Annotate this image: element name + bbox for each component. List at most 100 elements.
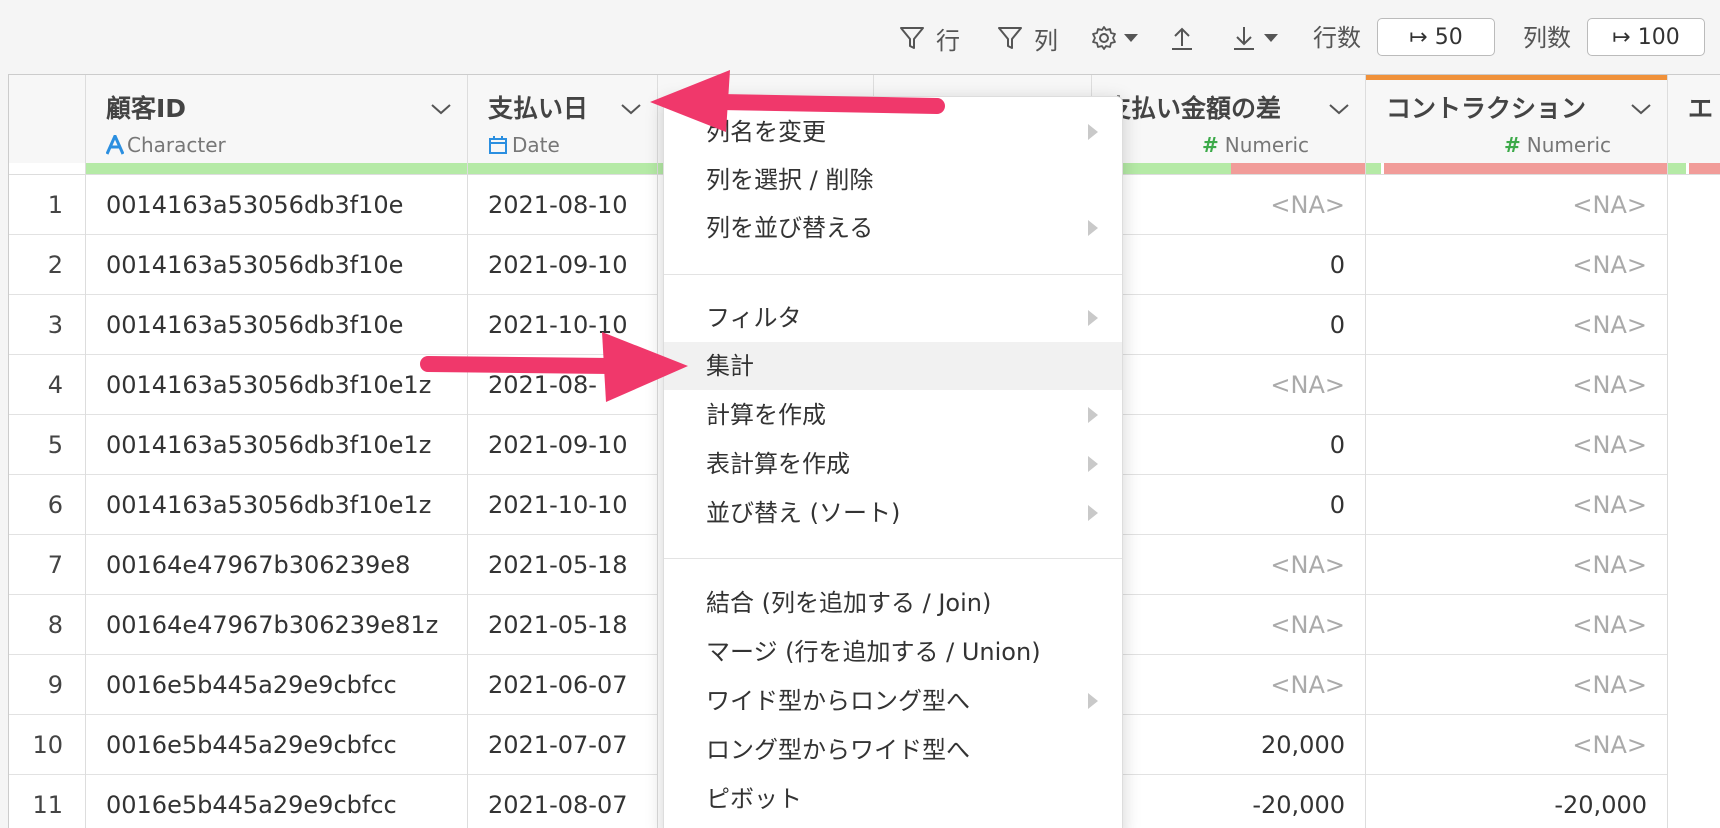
menu-item-filter[interactable]: フィルタ <box>664 294 1122 342</box>
table-cell: 0 <box>1092 235 1365 295</box>
table-cell: <NA> <box>1366 415 1667 475</box>
menu-item-aggregate[interactable]: 集計 <box>664 342 1122 390</box>
column-header[interactable]: 顧客ID Character <box>86 75 467 175</box>
submenu-arrow-icon <box>1088 310 1098 326</box>
table-cell: <NA> <box>1366 295 1667 355</box>
row-filter-button[interactable]: 行 <box>898 20 960 56</box>
table-cell: <NA> <box>1092 355 1365 415</box>
table-cell: <NA> <box>1366 715 1667 775</box>
table-cell: <NA> <box>1092 595 1365 655</box>
menu-item-select-delete[interactable]: 列を選択 / 削除 <box>664 156 1122 204</box>
submenu-arrow-icon <box>1088 220 1098 236</box>
download-icon <box>1234 27 1254 50</box>
column-header[interactable]: エ <box>1668 75 1720 175</box>
menu-item-union[interactable]: マージ (行を追加する / Union) <box>664 628 1122 676</box>
menu-item-rename[interactable]: 列名を変更 <box>664 108 1122 156</box>
table-cell: 2021-10-10 <box>468 475 657 535</box>
menu-item-pivot[interactable]: ピボット <box>664 775 1122 823</box>
column-name: 支払い金額の差 <box>1106 94 1282 123</box>
table-cell: 2021-09-10 <box>468 235 657 295</box>
table-cell: 2021-10-10 <box>468 295 657 355</box>
table-cell: 2021-05-18 <box>468 595 657 655</box>
col-filter-button[interactable]: 列 <box>996 20 1058 56</box>
table-cell: <NA> <box>1366 655 1667 715</box>
row-number-column: 1 2 3 4 5 6 7 8 9 10 11 <box>9 75 86 828</box>
data-quality-bar <box>86 163 467 174</box>
table-cell: 2021-09-10 <box>468 415 657 475</box>
table-cell: 2021-08-10 <box>468 175 657 235</box>
column-type: # Numeric <box>1504 133 1611 157</box>
table-cell: 0014163a53056db3f10e <box>86 175 467 235</box>
submenu-arrow-icon <box>1088 124 1098 140</box>
download-dropdown[interactable] <box>1230 20 1280 56</box>
submenu-arrow-icon <box>1088 693 1098 709</box>
row-number: 5 <box>9 415 85 475</box>
data-quality-bar <box>1668 163 1720 174</box>
column-type: Date <box>488 133 560 157</box>
numeric-type-icon: # <box>1202 133 1219 157</box>
col-count-input[interactable]: ↦ 100 <box>1587 18 1705 56</box>
table-cell: <NA> <box>1092 175 1365 235</box>
numeric-type-icon: # <box>1504 133 1521 157</box>
table-cell: 2021-07-07 <box>468 715 657 775</box>
table-cell: -20,000 <box>1366 775 1667 828</box>
column-name: 顧客ID <box>106 94 187 123</box>
submenu-arrow-icon <box>1088 456 1098 472</box>
table-cell: 0014163a53056db3f10e1z <box>86 415 467 475</box>
table-cell: 0 <box>1092 295 1365 355</box>
menu-item-table-calculation[interactable]: 表計算を作成 <box>664 440 1122 488</box>
data-quality-bar <box>1366 163 1667 174</box>
chevron-down-icon[interactable] <box>619 101 643 117</box>
menu-item-wide-to-long[interactable]: ワイド型からロング型へ <box>664 677 1122 725</box>
column-name: エ <box>1688 94 1714 123</box>
column-customer-id: 顧客ID Character 0014163a53056db3f10e 0014… <box>86 75 468 828</box>
row-number: 10 <box>9 715 85 775</box>
data-quality-bar <box>1092 163 1365 174</box>
settings-dropdown[interactable] <box>1090 20 1140 56</box>
menu-item-join[interactable]: 結合 (列を追加する / Join) <box>664 579 1122 627</box>
table-cell: 0014163a53056db3f10e1z <box>86 355 467 415</box>
table-cell: <NA> <box>1092 535 1365 595</box>
chevron-down-icon[interactable] <box>1327 101 1351 117</box>
calendar-icon <box>489 136 507 154</box>
data-quality-bar <box>468 163 657 174</box>
column-header[interactable]: 支払い金額の差 # Numeric <box>1092 75 1365 175</box>
column-header[interactable]: コントラクション # Numeric <box>1366 75 1667 175</box>
table-cell: 00164e47967b306239e81z <box>86 595 467 655</box>
table-cell: -20,000 <box>1092 775 1365 828</box>
table-cell: 2021-06-07 <box>468 655 657 715</box>
filter-icon <box>900 27 924 49</box>
row-number: 2 <box>9 235 85 295</box>
row-number: 4 <box>9 355 85 415</box>
row-number: 11 <box>9 775 85 828</box>
row-number: 1 <box>9 175 85 235</box>
table-cell: 2021-05-18 <box>468 535 657 595</box>
table-cell: 00164e47967b306239e8 <box>86 535 467 595</box>
column-header[interactable]: 支払い日 Date <box>468 75 657 175</box>
table-cell: <NA> <box>1366 595 1667 655</box>
column-type: # Numeric <box>1202 133 1309 157</box>
table-cell: 2021-08-07 <box>468 775 657 828</box>
menu-item-long-to-wide[interactable]: ロング型からワイド型へ <box>664 726 1122 774</box>
menu-item-reorder[interactable]: 列を並び替える <box>664 204 1122 252</box>
menu-item-sort[interactable]: 並び替え (ソート) <box>664 489 1122 537</box>
column-type: Character <box>106 133 226 157</box>
chevron-down-icon[interactable] <box>429 101 453 117</box>
character-type-icon <box>106 135 124 155</box>
table-cell: 0016e5b445a29e9cbfcc <box>86 775 467 828</box>
chevron-down-icon[interactable] <box>1629 101 1653 117</box>
upload-icon <box>1172 27 1192 50</box>
gear-icon <box>1092 26 1116 50</box>
row-number: 8 <box>9 595 85 655</box>
table-cell: 20,000 <box>1092 715 1365 775</box>
toolbar: 行 列 行数 ↦ 50 列数 ↦ 100 <box>0 0 1720 76</box>
menu-item-create-calculation[interactable]: 計算を作成 <box>664 391 1122 439</box>
upload-button[interactable] <box>1168 20 1196 56</box>
table-cell: <NA> <box>1366 475 1667 535</box>
row-number-header <box>9 75 85 175</box>
row-filter-label: 行 <box>936 26 960 55</box>
table-cell: <NA> <box>1366 175 1667 235</box>
table-cell: <NA> <box>1366 535 1667 595</box>
row-count-input[interactable]: ↦ 50 <box>1377 18 1495 56</box>
column-name: 支払い日 <box>488 94 589 123</box>
